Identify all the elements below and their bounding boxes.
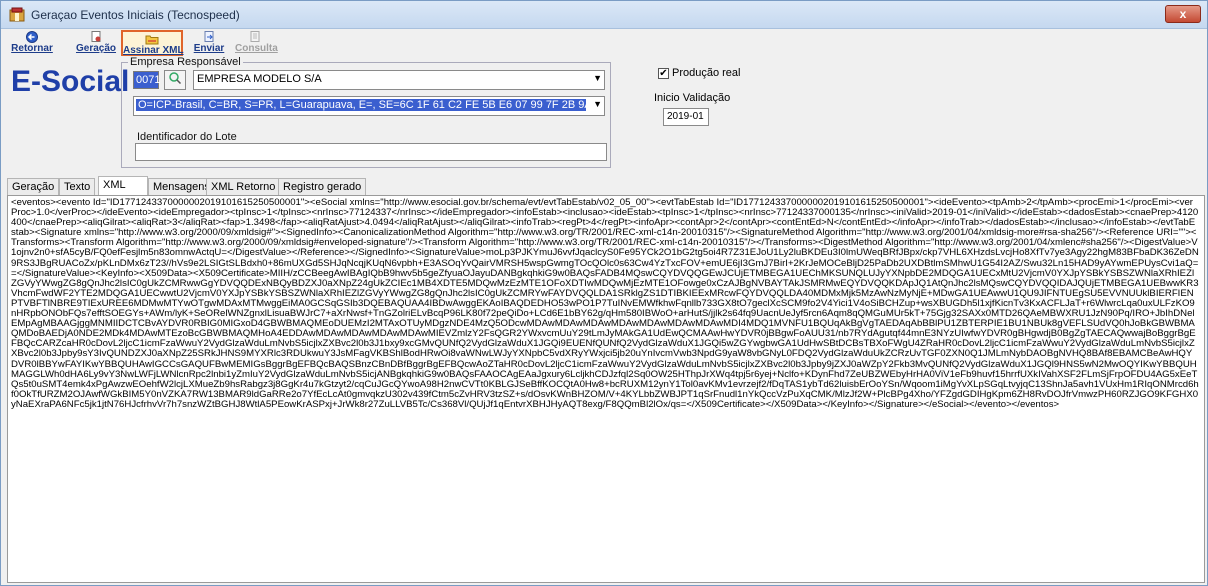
retornar-label: Retornar <box>11 43 53 54</box>
retornar-button[interactable]: Retornar <box>7 30 57 56</box>
checkbox-checked-icon: ✔ <box>658 67 669 79</box>
empresa-select-value: EMPRESA MODELO S/A <box>197 73 322 85</box>
enviar-label: Enviar <box>193 43 225 54</box>
send-document-icon <box>204 31 214 42</box>
app-icon <box>9 7 25 22</box>
xml-content: <eventos><evento Id="ID17712433700000020… <box>11 197 1199 410</box>
tab-registro-gerado[interactable]: Registro gerado <box>278 178 367 196</box>
empresa-legend: Empresa Responsável <box>130 56 241 68</box>
empresa-code-input[interactable]: 0071 <box>133 71 160 89</box>
empresa-select[interactable]: EMPRESA MODELO S/A ▼ <box>193 70 605 90</box>
tab-mensagens[interactable]: Mensagens <box>148 178 215 196</box>
inicio-validacao-input[interactable]: 2019-01 <box>663 108 709 126</box>
title-bar: Geraçao Eventos Iniciais (Tecnospeed) x <box>1 1 1207 29</box>
producao-real-checkbox[interactable]: ✔ Produção real <box>658 67 741 79</box>
lote-input[interactable] <box>135 143 607 161</box>
enviar-button[interactable]: Enviar <box>191 30 227 56</box>
window-title: Geraçao Eventos Iniciais (Tecnospeed) <box>31 8 240 22</box>
search-icon <box>169 72 182 85</box>
toolbar: Retornar Geração Assinar XML Enviar Cons… <box>1 29 1207 57</box>
producao-real-label: Produção real <box>672 67 741 80</box>
empresa-search-button[interactable] <box>164 70 186 90</box>
lote-label: Identificador do Lote <box>137 131 237 143</box>
folder-sign-icon <box>145 35 159 45</box>
assinar-xml-button[interactable]: Assinar XML <box>121 30 184 56</box>
certificate-select[interactable]: O=ICP-Brasil, C=BR, S=PR, L=Guarapuava, … <box>133 96 605 116</box>
geracao-button[interactable]: Geração <box>75 30 117 56</box>
document-gear-icon <box>91 31 101 42</box>
certificate-select-value: O=ICP-Brasil, C=BR, S=PR, L=Guarapuava, … <box>136 99 586 111</box>
geracao-label: Geração <box>75 43 117 54</box>
tab-geracao[interactable]: Geração <box>7 178 60 196</box>
chevron-down-icon: ▼ <box>593 73 602 83</box>
main-window: Geraçao Eventos Iniciais (Tecnospeed) x … <box>0 0 1208 586</box>
inicio-validacao-label: Inicio Validação <box>654 92 731 104</box>
consulta-button[interactable]: Consulta <box>235 30 278 56</box>
tab-texto[interactable]: Texto <box>59 178 96 196</box>
consulta-label: Consulta <box>235 43 278 54</box>
assinar-xml-label: Assinar XML <box>123 45 184 56</box>
esocial-logo: E-Social <box>11 65 130 98</box>
back-arrow-icon <box>26 31 38 43</box>
chevron-down-icon: ▼ <box>593 99 602 109</box>
tab-xml[interactable]: XML <box>98 176 148 196</box>
xml-text-area[interactable]: <eventos><evento Id="ID17712433700000020… <box>7 195 1205 583</box>
query-icon <box>250 31 260 42</box>
tab-xml-retorno[interactable]: XML Retorno <box>206 178 281 196</box>
close-button[interactable]: x <box>1165 5 1201 23</box>
